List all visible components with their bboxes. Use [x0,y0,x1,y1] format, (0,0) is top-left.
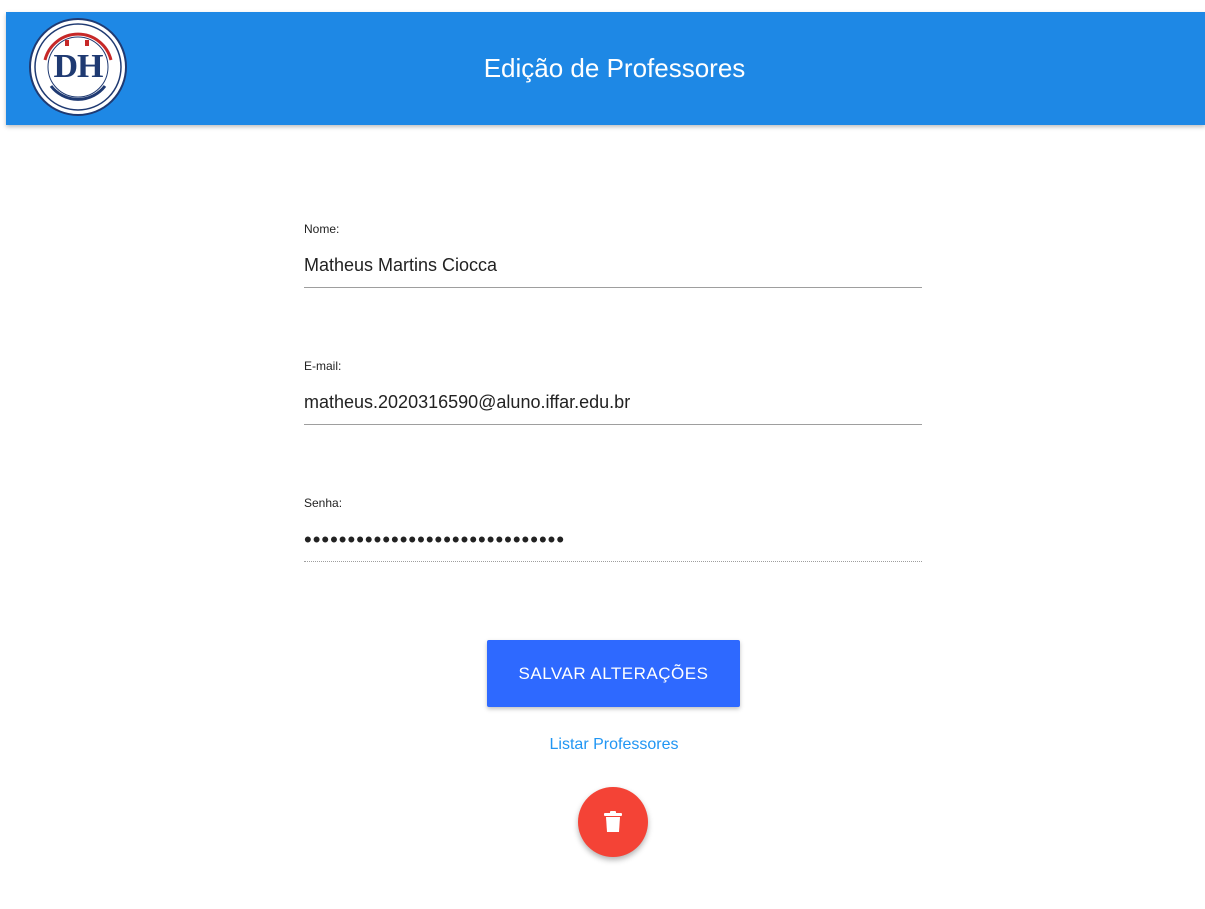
password-field-group: Senha: [304,484,922,564]
name-field-group: Nome: [304,210,922,290]
save-changes-button[interactable]: SALVAR ALTERAÇÕES [487,640,740,707]
password-label: Senha: [304,496,343,510]
email-field-group: E-mail: [304,347,922,427]
teacher-edit-form: Nome: E-mail: Senha: [304,210,922,621]
email-input[interactable] [304,381,922,425]
app-header: DH Edição de Professores [6,12,1205,125]
page-title: Edição de Professores [483,53,746,83]
trash-icon [604,811,622,832]
password-input[interactable] [304,518,922,562]
window-top-edge [0,0,1205,12]
list-teachers-link[interactable]: Listar Professores [0,736,1205,754]
delete-button[interactable] [578,787,648,857]
name-label: Nome: [304,222,340,236]
email-label: E-mail: [304,359,342,373]
name-input[interactable] [304,244,922,288]
